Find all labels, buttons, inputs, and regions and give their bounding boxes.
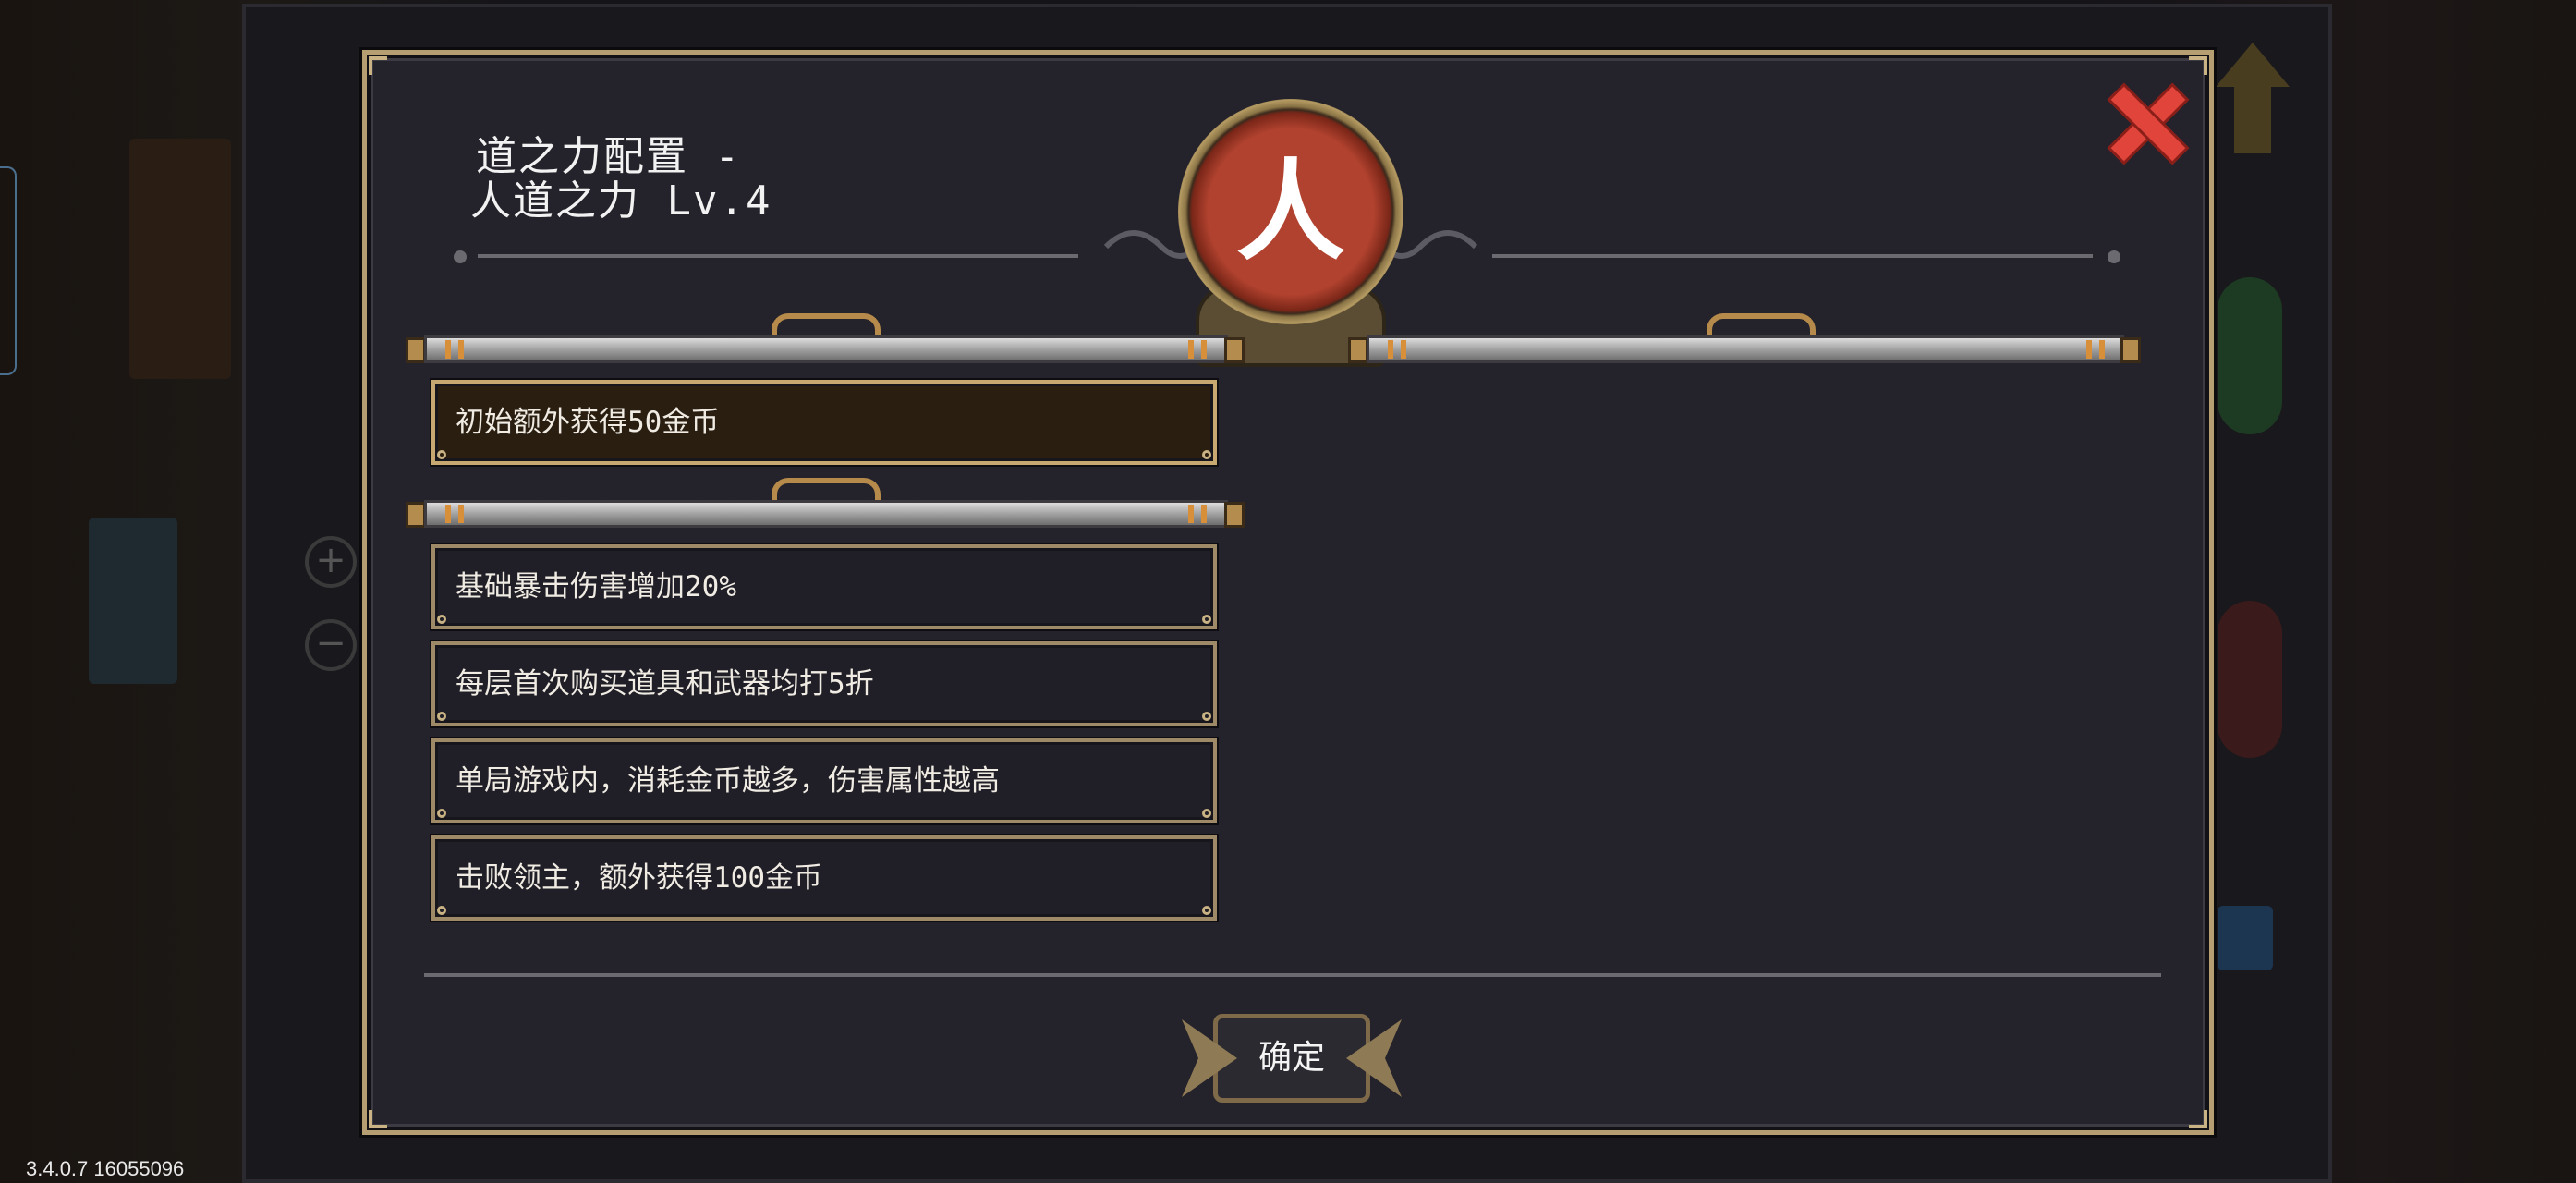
dao-option-card-selected[interactable]: 初始额外获得50金币 [431, 380, 1217, 465]
header-divider-right [1492, 254, 2093, 258]
slot-bar-stripe [445, 505, 451, 523]
card-knob [1202, 615, 1211, 624]
red-skill-orb-icon[interactable] [2218, 601, 2282, 758]
slot-bar-stripe [1201, 340, 1207, 359]
frame-corner [369, 56, 387, 75]
slot-bar-stripe [2086, 340, 2092, 359]
card-knob [1202, 906, 1211, 915]
confirm-button[interactable]: 确定 [1167, 1001, 1416, 1116]
card-knob [437, 906, 446, 915]
divider-dot [2108, 250, 2120, 263]
frame-corner [2189, 56, 2207, 75]
dao-option-text: 击败领主，额外获得100金币 [456, 861, 822, 895]
card-knob [437, 615, 446, 624]
card-knob [1202, 450, 1211, 459]
dao-option-text: 基础暴击伤害增加20% [456, 570, 736, 604]
card-knob [437, 809, 446, 818]
close-icon[interactable] [2109, 86, 2185, 162]
card-knob [437, 450, 446, 459]
dao-option-text: 每层首次购买道具和武器均打5折 [456, 667, 874, 701]
zoom-in-icon[interactable]: + [305, 536, 357, 588]
slot-bar-top-left [424, 335, 1228, 363]
dao-option-card[interactable]: 基础暴击伤害增加20% [431, 544, 1217, 629]
dao-option-card[interactable]: 每层首次购买道具和武器均打5折 [431, 641, 1217, 726]
emblem-glyph: 人 [1235, 147, 1345, 275]
slot-bar-stripe [1388, 340, 1393, 359]
dao-option-card[interactable]: 击败领主，额外获得100金币 [431, 835, 1217, 921]
slot-bar-top-right [1367, 335, 2124, 363]
slot-bar-bottom [424, 500, 1228, 528]
slot-bar-cap [1224, 502, 1245, 528]
card-knob [1202, 712, 1211, 721]
dao-option-text: 单局游戏内，消耗金币越多，伤害属性越高 [456, 764, 1000, 798]
header-divider-left [478, 254, 1078, 258]
left-edge-tab[interactable] [0, 166, 17, 375]
dao-power-config-dialog: 道之力配置 - 人道之力 Lv.4 人 初始额外获得50金币 基础暴击伤害增加2… [362, 50, 2214, 1135]
background-shelf [129, 139, 231, 379]
card-knob [437, 712, 446, 721]
dao-option-card[interactable]: 单局游戏内，消耗金币越多，伤害属性越高 [431, 738, 1217, 823]
slot-bar-stripe [445, 340, 451, 359]
frame-corner [369, 1110, 387, 1128]
divider-dot [454, 250, 467, 263]
slot-bar-stripe [1188, 505, 1194, 523]
slot-bar-stripe [1401, 340, 1406, 359]
slot-bar-cap [1224, 337, 1245, 363]
footer-divider [424, 973, 2161, 977]
slot-bar-cap [406, 502, 426, 528]
card-knob [1202, 809, 1211, 818]
green-skill-orb-icon[interactable] [2218, 277, 2282, 434]
background-npc [89, 518, 177, 684]
blue-item-icon[interactable] [2218, 906, 2273, 970]
zoom-out-icon[interactable]: − [305, 619, 357, 671]
slot-bar-stripe [1201, 505, 1207, 523]
slot-bar-stripe [2099, 340, 2105, 359]
dao-option-text: 初始额外获得50金币 [456, 406, 720, 439]
slot-bar-stripe [458, 340, 464, 359]
confirm-label: 确定 [1258, 1039, 1325, 1077]
frame-corner [2189, 1110, 2207, 1128]
slot-bar-cap [1348, 337, 1368, 363]
slot-bar-cap [2120, 337, 2141, 363]
slot-bar-cap [406, 337, 426, 363]
version-label: 3.4.0.7 16055096 [26, 1157, 185, 1180]
slot-bar-stripe [1188, 340, 1194, 359]
dialog-title-line-2: 人道之力 Lv.4 [470, 177, 772, 225]
slot-bar-stripe [458, 505, 464, 523]
